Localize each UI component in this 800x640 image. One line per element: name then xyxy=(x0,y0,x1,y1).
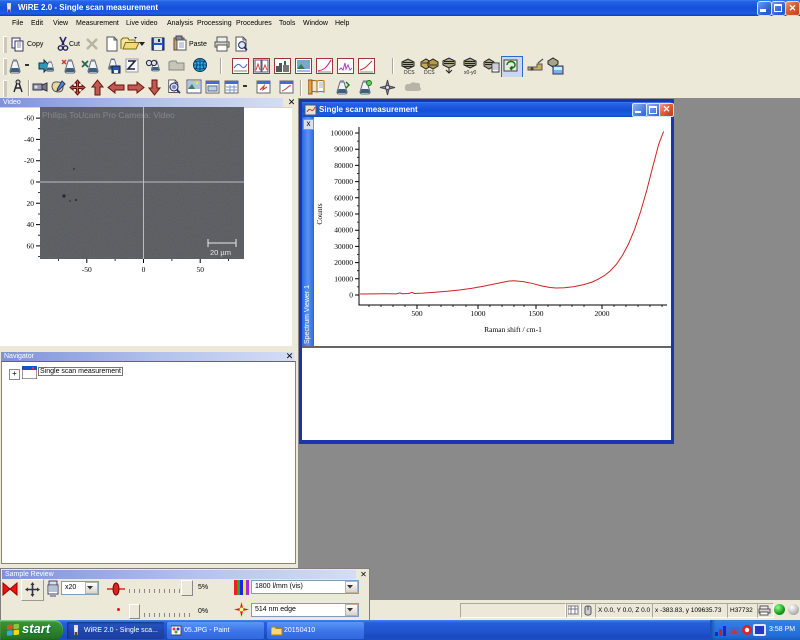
svg-text:40000: 40000 xyxy=(334,226,353,235)
svg-text:-60: -60 xyxy=(24,114,34,123)
svg-text:90000: 90000 xyxy=(334,145,353,154)
svg-text:80000: 80000 xyxy=(334,161,353,170)
svg-text:1500: 1500 xyxy=(529,309,544,318)
svg-text:30000: 30000 xyxy=(334,242,353,251)
svg-text:DCS: DCS xyxy=(424,70,435,75)
svg-text:0: 0 xyxy=(349,291,353,300)
svg-text:500: 500 xyxy=(411,309,423,318)
svg-text:70000: 70000 xyxy=(334,177,353,186)
svg-text:Raman shift / cm-1: Raman shift / cm-1 xyxy=(484,325,542,334)
svg-text:60: 60 xyxy=(27,241,35,250)
svg-text:0: 0 xyxy=(30,178,34,187)
svg-text:DCS: DCS xyxy=(404,70,415,75)
svg-text:40: 40 xyxy=(27,220,35,229)
svg-text:x0-y0: x0-y0 xyxy=(464,70,476,75)
svg-text:10000: 10000 xyxy=(334,274,353,283)
svg-text:0: 0 xyxy=(142,265,146,274)
svg-text:2000: 2000 xyxy=(595,309,610,318)
svg-text:-50: -50 xyxy=(82,265,92,274)
svg-text:-20: -20 xyxy=(24,156,34,165)
svg-text:60000: 60000 xyxy=(334,193,353,202)
svg-text:50000: 50000 xyxy=(334,210,353,219)
svg-text:-40: -40 xyxy=(24,135,34,144)
svg-text:Counts: Counts xyxy=(315,203,324,224)
svg-text:20: 20 xyxy=(27,199,35,208)
svg-text:20000: 20000 xyxy=(334,258,353,267)
svg-text:100000: 100000 xyxy=(331,129,354,138)
svg-text:50: 50 xyxy=(196,265,204,274)
svg-text:1000: 1000 xyxy=(471,309,486,318)
